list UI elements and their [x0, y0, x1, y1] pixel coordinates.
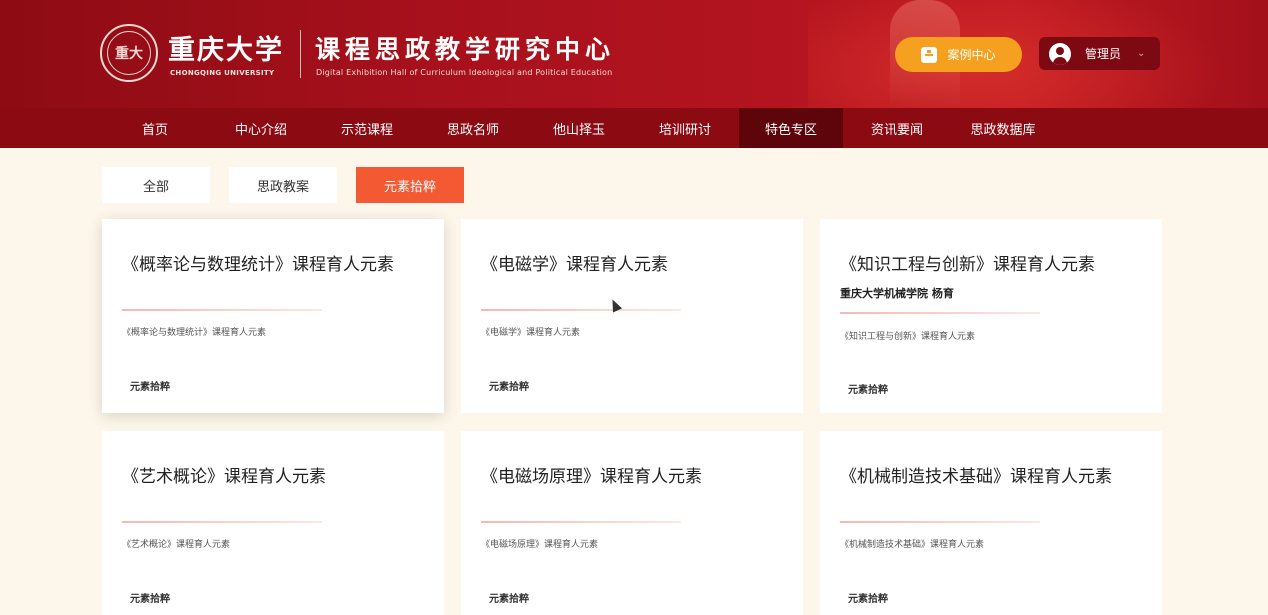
card-divider [481, 309, 681, 311]
card-description: 《电磁学》课程育人元素 [481, 328, 581, 338]
site-subtitle-en: Digital Exhibition Hall of Curriculum Id… [316, 68, 613, 77]
chevron-down-icon: ⌄ [1137, 48, 1146, 59]
element-card[interactable]: 《电磁场原理》课程育人元素 《电磁场原理》课程育人元素 元素拾粹 [461, 431, 803, 615]
element-card[interactable]: 《电磁学》课程育人元素 《电磁学》课程育人元素 元素拾粹 [461, 219, 803, 413]
card-title[interactable]: 《电磁场原理》课程育人元素 [481, 462, 702, 487]
card-description: 《机械制造技术基础》课程育人元素 [840, 540, 985, 550]
nav-item-references[interactable]: 他山择玉 [532, 108, 626, 148]
nav-item-featured[interactable]: 特色专区 [739, 108, 843, 148]
filter-tab-all[interactable]: 全部 [102, 167, 210, 203]
card-tag: 元素拾粹 [848, 385, 888, 396]
card-description: 《艺术概论》课程育人元素 [122, 540, 231, 550]
card-tag: 元素拾粹 [130, 594, 170, 605]
user-label: 管理员 [1085, 47, 1122, 61]
card-author: 重庆大学机械学院 杨育 [840, 287, 954, 300]
card-title[interactable]: 《电磁学》课程育人元素 [481, 250, 668, 275]
nav-item-demo-courses[interactable]: 示范课程 [320, 108, 414, 148]
card-divider [840, 312, 1040, 314]
element-card[interactable]: 《机械制造技术基础》课程育人元素 《机械制造技术基础》课程育人元素 元素拾粹 [820, 431, 1162, 615]
main-nav: 首页 中心介绍 示范课程 思政名师 他山择玉 培训研讨 特色专区 资讯要闻 思政… [0, 108, 1268, 148]
user-avatar-icon [1049, 42, 1071, 65]
university-seal-icon[interactable]: 重大 [100, 24, 158, 82]
card-title[interactable]: 《机械制造技术基础》课程育人元素 [840, 462, 1112, 487]
card-title[interactable]: 《概率论与数理统计》课程育人元素 [122, 250, 394, 275]
element-card[interactable]: 《艺术概论》课程育人元素 《艺术概论》课程育人元素 元素拾粹 [102, 431, 444, 615]
nav-item-teachers[interactable]: 思政名师 [426, 108, 520, 148]
element-card[interactable]: 《知识工程与创新》课程育人元素 重庆大学机械学院 杨育 《知识工程与创新》课程育… [820, 219, 1162, 413]
site-header: 重大 重庆大学 CHONGQING UNIVERSITY 课程思政教学研究中心 … [0, 0, 1268, 108]
university-name[interactable]: 重庆大学 [168, 28, 284, 67]
card-description: 《概率论与数理统计》课程育人元素 [122, 328, 267, 338]
card-tag: 元素拾粹 [848, 594, 888, 605]
case-center-icon [921, 46, 938, 63]
card-tag: 元素拾粹 [489, 594, 529, 605]
card-title[interactable]: 《艺术概论》课程育人元素 [122, 462, 326, 487]
user-menu[interactable]: 管理员 ⌄ [1039, 37, 1160, 70]
filter-tab-lesson-plans[interactable]: 思政教案 [229, 167, 337, 203]
card-description: 《电磁场原理》课程育人元素 [481, 540, 599, 550]
case-center-button[interactable]: 案例中心 [895, 37, 1022, 72]
card-description: 《知识工程与创新》课程育人元素 [840, 332, 976, 342]
card-divider [840, 521, 1040, 523]
nav-item-news[interactable]: 资讯要闻 [850, 108, 944, 148]
nav-item-database[interactable]: 思政数据库 [952, 108, 1054, 148]
case-center-label: 案例中心 [947, 48, 996, 62]
nav-item-home[interactable]: 首页 [110, 108, 200, 148]
card-divider [122, 309, 322, 311]
nav-item-training[interactable]: 培训研讨 [638, 108, 732, 148]
filter-tab-elements[interactable]: 元素拾粹 [356, 167, 464, 203]
card-divider [122, 521, 322, 523]
seal-inner: 重大 [107, 31, 151, 75]
card-divider [481, 521, 681, 523]
card-title[interactable]: 《知识工程与创新》课程育人元素 [840, 250, 1095, 275]
site-title[interactable]: 课程思政教学研究中心 [315, 30, 615, 66]
card-tag: 元素拾粹 [130, 382, 170, 393]
university-name-en: CHONGQING UNIVERSITY [170, 69, 275, 77]
element-card[interactable]: 《概率论与数理统计》课程育人元素 《概率论与数理统计》课程育人元素 元素拾粹 [102, 219, 444, 413]
nav-item-about[interactable]: 中心介绍 [215, 108, 307, 148]
card-tag: 元素拾粹 [489, 382, 529, 393]
title-divider [300, 30, 301, 78]
